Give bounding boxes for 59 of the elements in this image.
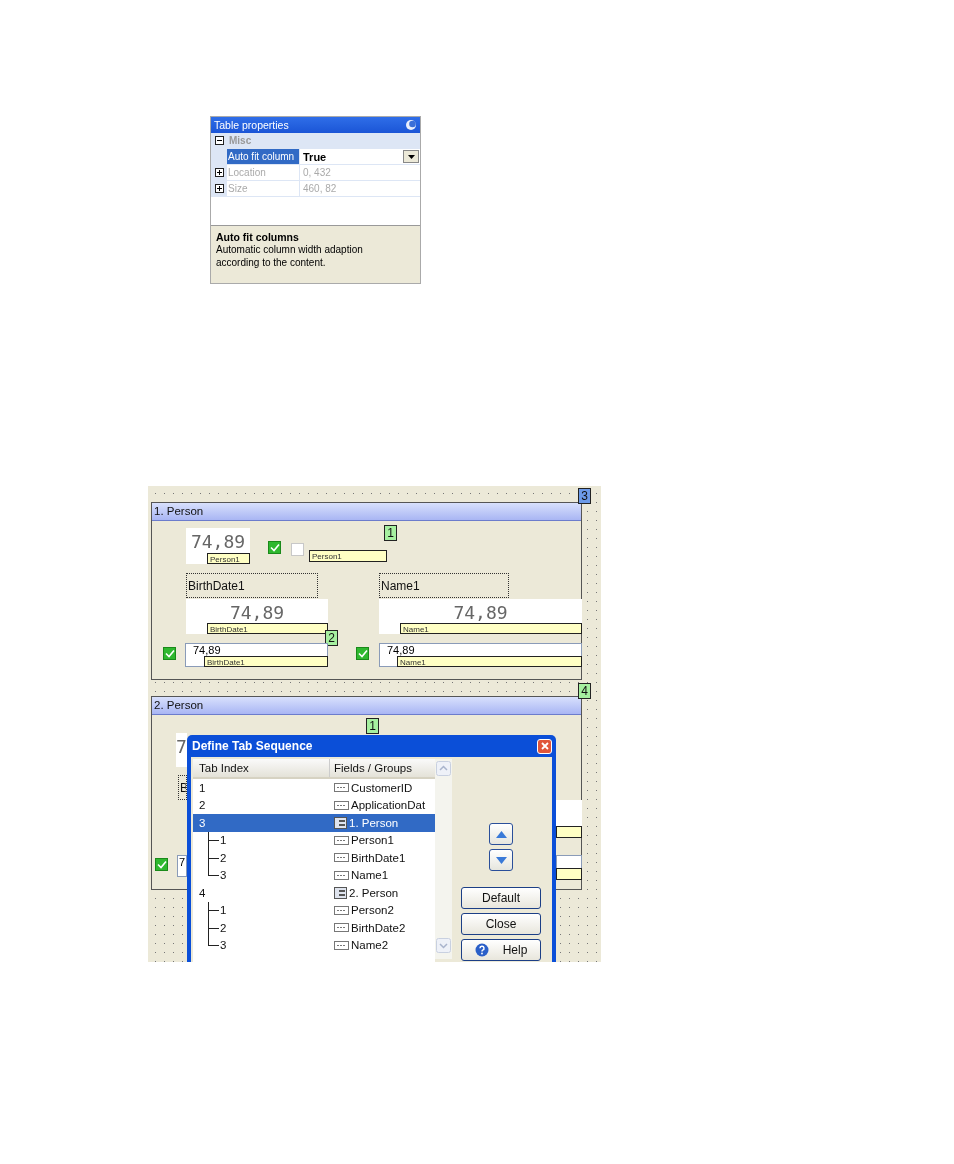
- field-name: Person2: [351, 904, 394, 917]
- field-tag: Name1: [397, 656, 582, 667]
- list-row[interactable]: 3 Name2: [193, 936, 435, 954]
- tab-index: 1: [220, 834, 227, 847]
- field-name: 2. Person: [349, 886, 399, 899]
- list-row[interactable]: 1 Person2: [193, 901, 435, 919]
- property-name[interactable]: Auto fit column: [227, 149, 300, 164]
- field-name: BirthDate2: [351, 921, 406, 934]
- field-tag: BirthDate1: [204, 656, 328, 667]
- list-row[interactable]: 2 ApplicationDat: [193, 796, 435, 814]
- field-tag: Person1: [207, 553, 250, 564]
- dialog-button[interactable]: Default: [461, 887, 541, 909]
- tab-order-badge: 3: [578, 488, 591, 504]
- number-display[interactable]: 7: [176, 733, 187, 767]
- tab-index: 4: [199, 886, 206, 899]
- field-name: BirthDate1: [351, 851, 406, 864]
- tab-index: 3: [220, 869, 227, 882]
- dialog-title: Define Tab Sequence: [192, 739, 313, 753]
- tab-index: 2: [220, 921, 227, 934]
- field-tag: BirthDate1: [207, 623, 328, 634]
- field-name: Name1: [351, 869, 389, 882]
- property-value[interactable]: True: [300, 150, 420, 163]
- list-row[interactable]: 2 BirthDate1: [193, 849, 435, 867]
- field-label[interactable]: Name1: [379, 573, 509, 598]
- list-row[interactable]: 3 1. Person: [193, 814, 435, 832]
- list-row[interactable]: 1 CustomerID: [193, 779, 435, 797]
- tab-index: 1: [199, 781, 206, 794]
- tab-index: 2: [220, 851, 227, 864]
- field-name: 1. Person: [349, 816, 399, 829]
- field-name: Person1: [351, 834, 394, 847]
- list-row[interactable]: 1 Person1: [193, 831, 435, 849]
- list-row[interactable]: 3 Name1: [193, 866, 435, 884]
- tab-order-badge: 1: [366, 718, 379, 734]
- dialog-button[interactable]: Help: [461, 939, 541, 961]
- field-tag: Person1: [309, 550, 387, 562]
- column-header[interactable]: Fields / Groups: [330, 762, 435, 774]
- dialog-button[interactable]: Close: [461, 913, 541, 935]
- description-title: Auto fit columns: [216, 231, 300, 243]
- list-row[interactable]: 2 BirthDate2: [193, 919, 435, 937]
- group-header[interactable]: 2. Person: [152, 697, 581, 715]
- group-header[interactable]: 1. Person: [152, 503, 581, 521]
- tab-index: 3: [220, 939, 227, 952]
- tab-order-badge: 4: [578, 683, 591, 699]
- column-header[interactable]: Tab Index: [193, 759, 330, 777]
- field-tag: Name1: [400, 623, 582, 634]
- category-label: Misc: [228, 135, 252, 146]
- tab-order-badge: 1: [384, 525, 397, 541]
- panel-title: Table properties: [214, 119, 289, 131]
- field-name: ApplicationDat: [351, 799, 426, 812]
- field-name: CustomerID: [351, 781, 413, 794]
- field-label[interactable]: BirthDate1: [186, 573, 318, 598]
- tab-index: 3: [199, 816, 206, 829]
- description-text: Automatic column width adaption according to the content.: [216, 243, 364, 269]
- field-name: Name2: [351, 939, 389, 952]
- input-field[interactable]: 7: [177, 855, 187, 877]
- tab-index: 1: [220, 904, 227, 917]
- list-row[interactable]: 4 2. Person: [193, 884, 435, 902]
- tab-index: 2: [199, 799, 206, 812]
- tab-order-badge: 2: [325, 630, 338, 646]
